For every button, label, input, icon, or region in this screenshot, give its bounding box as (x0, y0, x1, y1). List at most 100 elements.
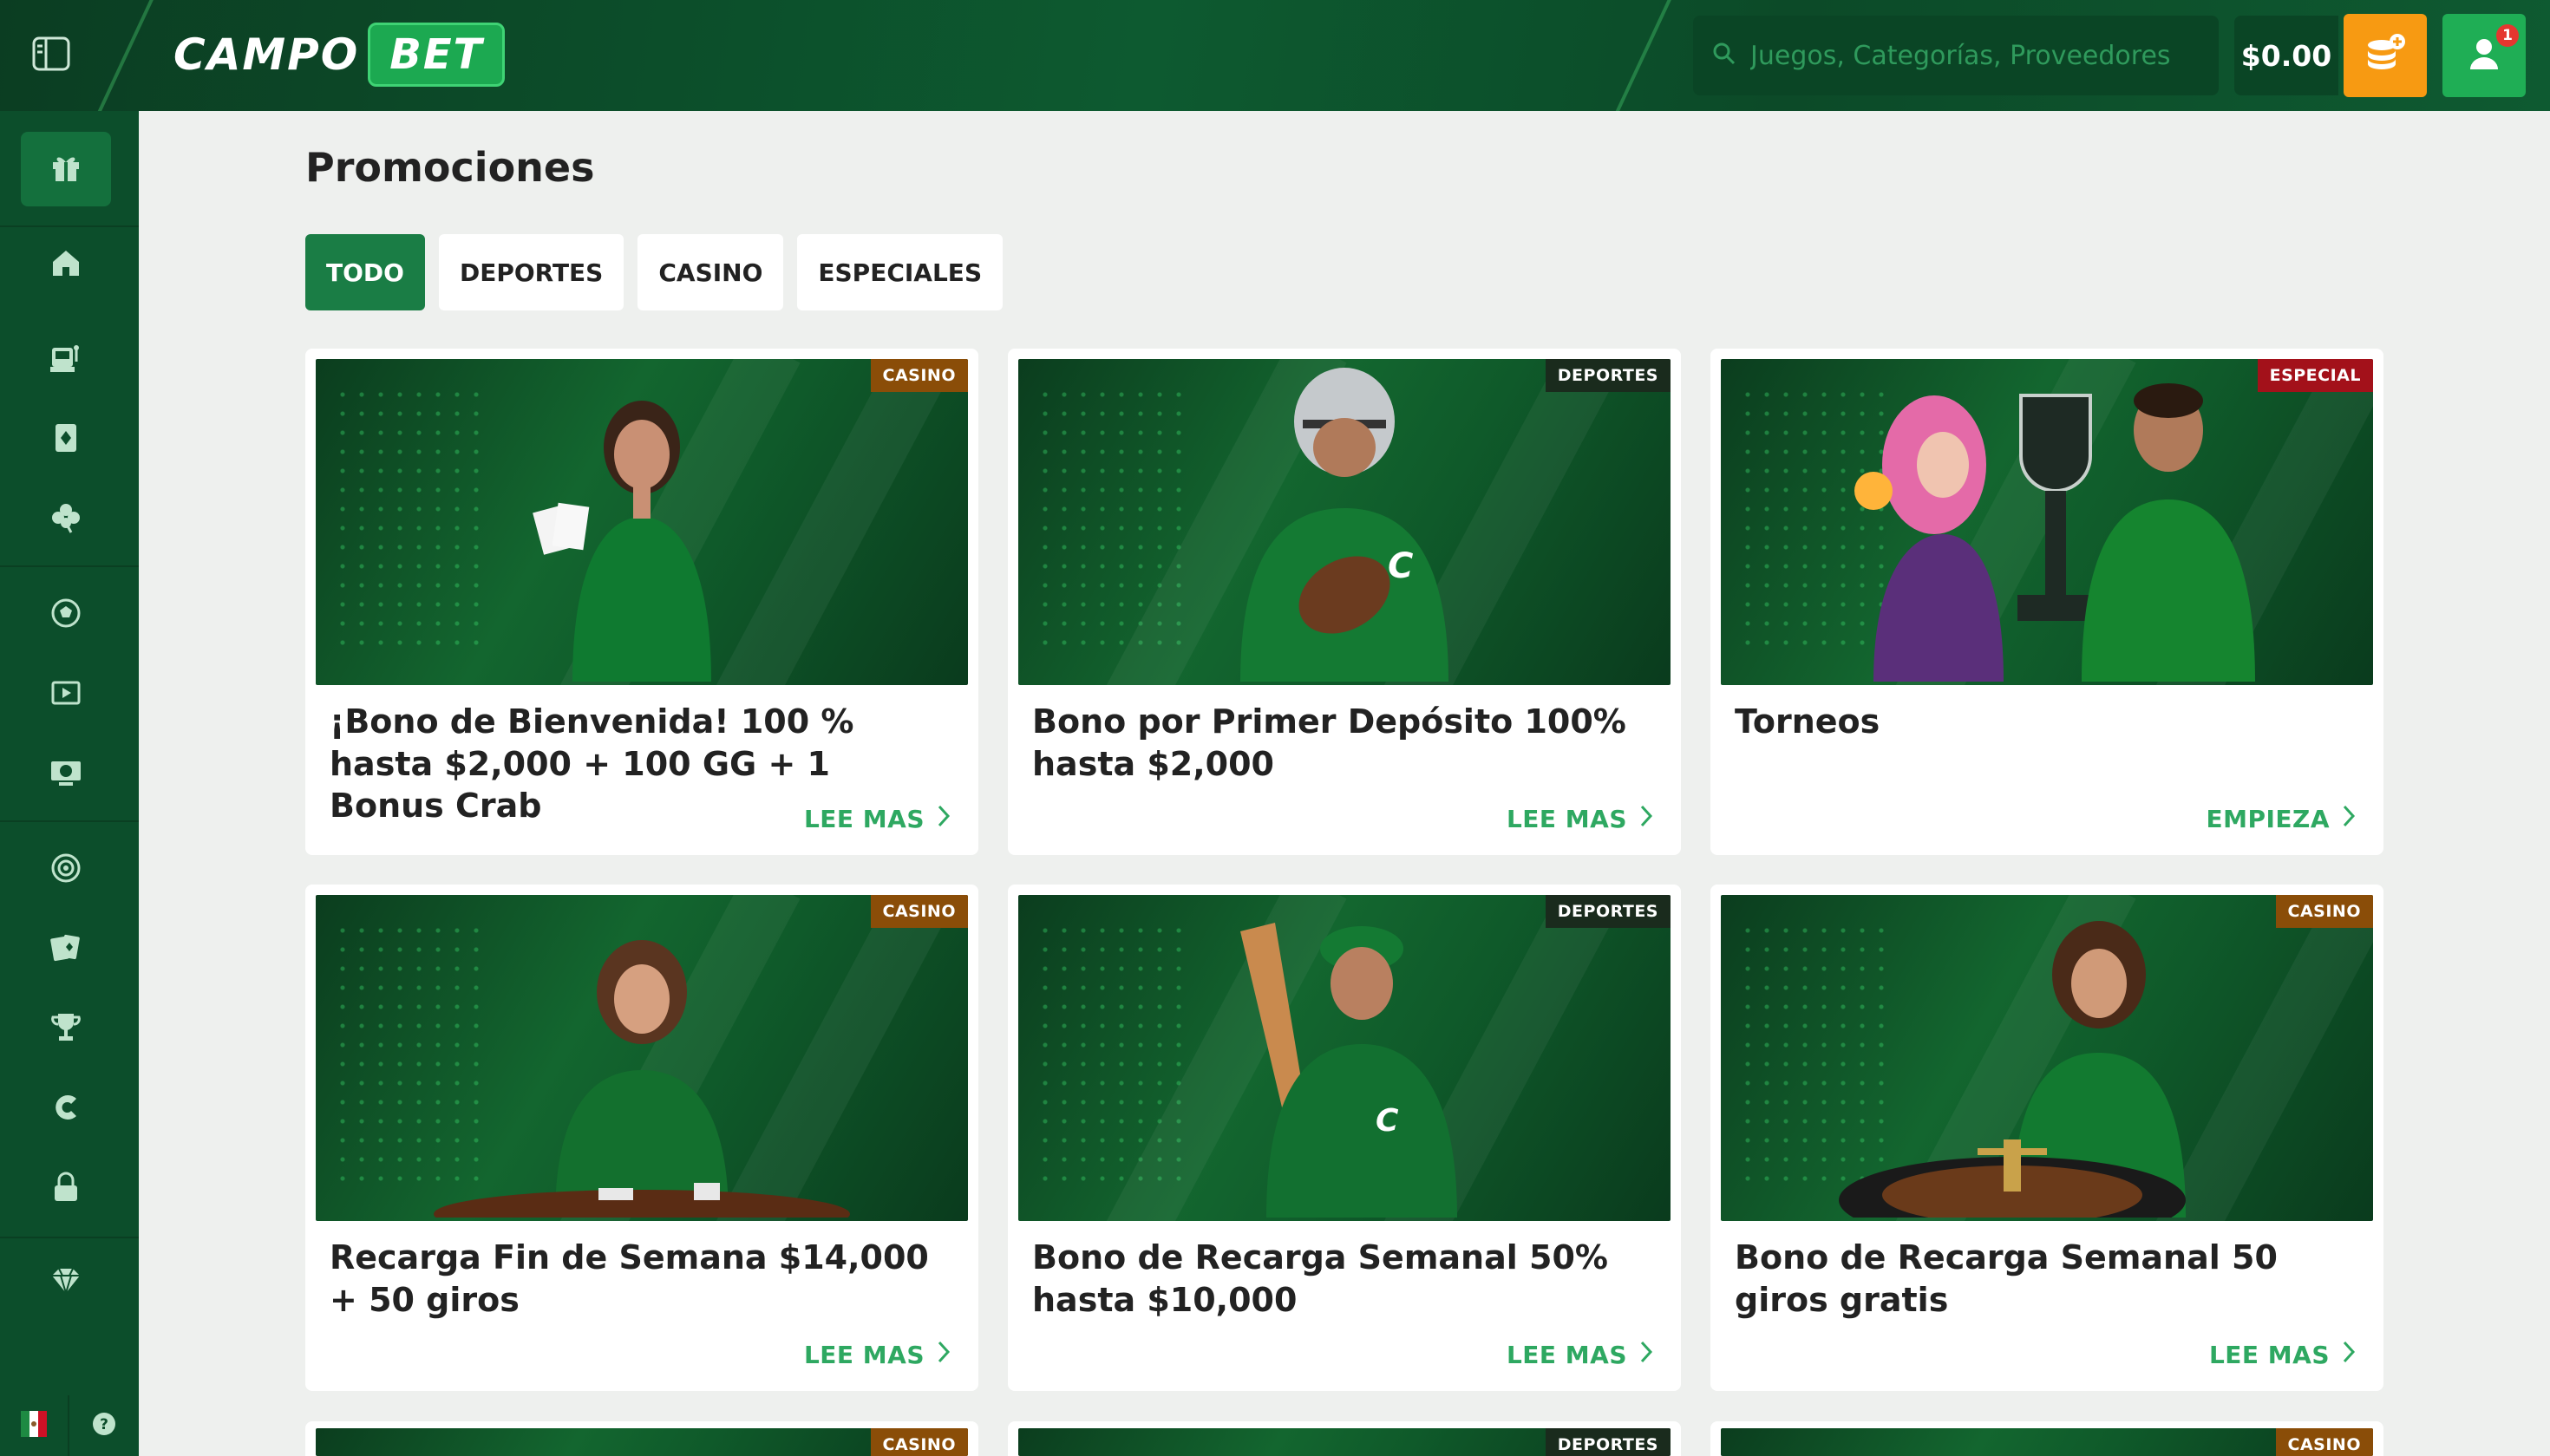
mexico-flag-icon (21, 1411, 47, 1440)
promo-card-weekend-reload[interactable]: CASINO Recarga Fin de Semana $14,000 + 5… (305, 885, 978, 1391)
promo-tag: DEPORTES (1545, 895, 1671, 928)
promo-card-partial[interactable]: CASINO (1710, 1421, 2383, 1456)
read-more-link[interactable]: LEE MAS (2209, 1340, 2356, 1370)
sidebar: ? (0, 111, 139, 1456)
promo-image-casino-woman-roulette: CASINO (1721, 895, 2373, 1221)
sidebar-item-promotions[interactable] (21, 132, 111, 206)
campobet-logo[interactable]: CAMPO BET (173, 23, 506, 87)
live-soccer-icon (49, 756, 83, 793)
tab-todo[interactable]: TODO (305, 234, 425, 310)
card-icon (50, 421, 82, 459)
chevron-right-icon (1639, 1340, 1653, 1370)
read-more-label: LEE MAS (1506, 1341, 1627, 1369)
sidebar-item-live[interactable] (21, 657, 111, 732)
promo-tag: CASINO (870, 1428, 968, 1456)
promo-tag: DEPORTES (1545, 1428, 1671, 1456)
promo-title: Bono de Recarga Semanal 50 giros gratis (1735, 1238, 2278, 1319)
promo-card-first-deposit[interactable]: C DEPORTES Bono por Primer Depósito 100%… (1008, 349, 1681, 855)
read-more-label: LEE MAS (803, 1341, 925, 1369)
chevron-right-icon (937, 804, 951, 834)
tab-casino[interactable]: CASINO (638, 234, 784, 310)
promo-image-baseball-player: C DEPORTES (1018, 895, 1671, 1221)
promo-tag: CASINO (2275, 895, 2373, 928)
slot-machine-icon (49, 341, 83, 379)
read-more-label: LEE MAS (803, 805, 925, 833)
promo-image-football-player: C DEPORTES (1018, 359, 1671, 685)
read-more-label: LEE MAS (1506, 805, 1627, 833)
cards-icon (49, 930, 83, 969)
sidebar-item-slots[interactable] (21, 323, 111, 397)
sidebar-toggle-icon (32, 36, 70, 75)
search-box[interactable] (1693, 16, 2219, 95)
diamond-icon (49, 1265, 83, 1300)
tab-especiales[interactable]: ESPECIALES (797, 234, 1004, 310)
sidebar-item-lucky[interactable] (21, 482, 111, 557)
svg-text:?: ? (100, 1416, 108, 1433)
promotion-filter-tabs: TODO DEPORTES CASINO ESPECIALES (305, 234, 1004, 310)
promo-title: ¡Bono de Bienvenida! 100 % hasta $2,000 … (330, 702, 854, 826)
clover-icon (49, 500, 83, 539)
promo-card-tournaments[interactable]: ESPECIAL Torneos EMPIEZA (1710, 349, 2383, 855)
search-input[interactable] (1750, 40, 2201, 71)
sidebar-item-cards[interactable] (21, 402, 111, 477)
promo-tag: DEPORTES (1545, 359, 1671, 392)
svg-text:C: C (1376, 1103, 1399, 1139)
campo-logo-icon (49, 1090, 83, 1128)
promo-title: Torneos (1735, 702, 1880, 741)
sidebar-item-sports[interactable] (21, 578, 111, 652)
user-account-button[interactable]: 1 (2442, 14, 2526, 97)
promo-image-casino-woman-poker-table: CASINO (316, 895, 968, 1221)
promo-title: Bono de Recarga Semanal 50% hasta $10,00… (1032, 1238, 1608, 1319)
sidebar-item-campo[interactable] (21, 1072, 111, 1146)
chevron-right-icon (2342, 1340, 2356, 1370)
help-icon: ? (91, 1411, 117, 1440)
read-more-link[interactable]: LEE MAS (1507, 1340, 1653, 1370)
sidebar-item-home[interactable] (21, 227, 111, 302)
sidebar-item-vip[interactable] (21, 1245, 111, 1320)
promo-card-partial[interactable]: DEPORTES (1008, 1421, 1681, 1456)
sidebar-item-virtual-sports[interactable] (21, 737, 111, 812)
promo-title: Recarga Fin de Semana $14,000 + 50 giros (330, 1238, 929, 1319)
sidebar-item-card-games[interactable] (21, 912, 111, 987)
promo-image-casino-woman-cards: CASINO (316, 359, 968, 685)
promo-tag: CASINO (2275, 1428, 2373, 1456)
lock-icon (50, 1170, 82, 1208)
read-more-link[interactable]: LEE MAS (804, 804, 951, 834)
top-header: CAMPO BET $0.00 1 (0, 0, 2550, 111)
trophy-icon (49, 1010, 82, 1048)
soccer-ball-icon (49, 597, 82, 633)
sidebar-footer: ? (0, 1395, 139, 1456)
promo-tag: CASINO (870, 359, 968, 392)
promo-image: DEPORTES (1018, 1428, 1671, 1456)
page-title: Promociones (305, 144, 595, 191)
logo-text-left: CAMPO (173, 29, 360, 80)
start-link[interactable]: EMPIEZA (2206, 804, 2356, 834)
deposit-button[interactable] (2344, 14, 2427, 97)
logo-text-right: BET (368, 23, 506, 87)
promo-card-partial[interactable]: CASINO (305, 1421, 978, 1456)
promo-image: CASINO (316, 1428, 968, 1456)
sidebar-item-tournaments[interactable] (21, 992, 111, 1067)
svg-text:C: C (1388, 546, 1413, 586)
promo-card-weekly-reload-sports[interactable]: C DEPORTES Bono de Recarga Semanal 50% h… (1008, 885, 1681, 1391)
promo-tag: CASINO (870, 895, 968, 928)
sidebar-toggle-button[interactable] (26, 31, 76, 80)
tab-deportes[interactable]: DEPORTES (438, 234, 624, 310)
promo-card-welcome-bonus[interactable]: CASINO ¡Bono de Bienvenida! 100 % hasta … (305, 349, 978, 855)
read-more-link[interactable]: LEE MAS (1507, 804, 1653, 834)
promo-card-weekly-free-spins[interactable]: CASINO Bono de Recarga Semanal 50 giros … (1710, 885, 2383, 1391)
promo-tag: ESPECIAL (2257, 359, 2373, 392)
sidebar-item-target[interactable] (21, 832, 111, 907)
target-icon (49, 852, 82, 888)
chevron-right-icon (937, 1340, 951, 1370)
promo-image-tournaments-trophy: ESPECIAL (1721, 359, 2373, 685)
read-more-link[interactable]: LEE MAS (804, 1340, 951, 1370)
read-more-label: LEE MAS (2208, 1341, 2330, 1369)
language-selector[interactable] (0, 1395, 69, 1456)
sidebar-item-vip-lock[interactable] (21, 1152, 111, 1226)
gift-icon (49, 150, 83, 188)
help-button[interactable]: ? (69, 1395, 139, 1456)
promo-image: CASINO (1721, 1428, 2373, 1456)
start-label: EMPIEZA (2206, 805, 2330, 833)
search-icon (1712, 42, 1736, 69)
